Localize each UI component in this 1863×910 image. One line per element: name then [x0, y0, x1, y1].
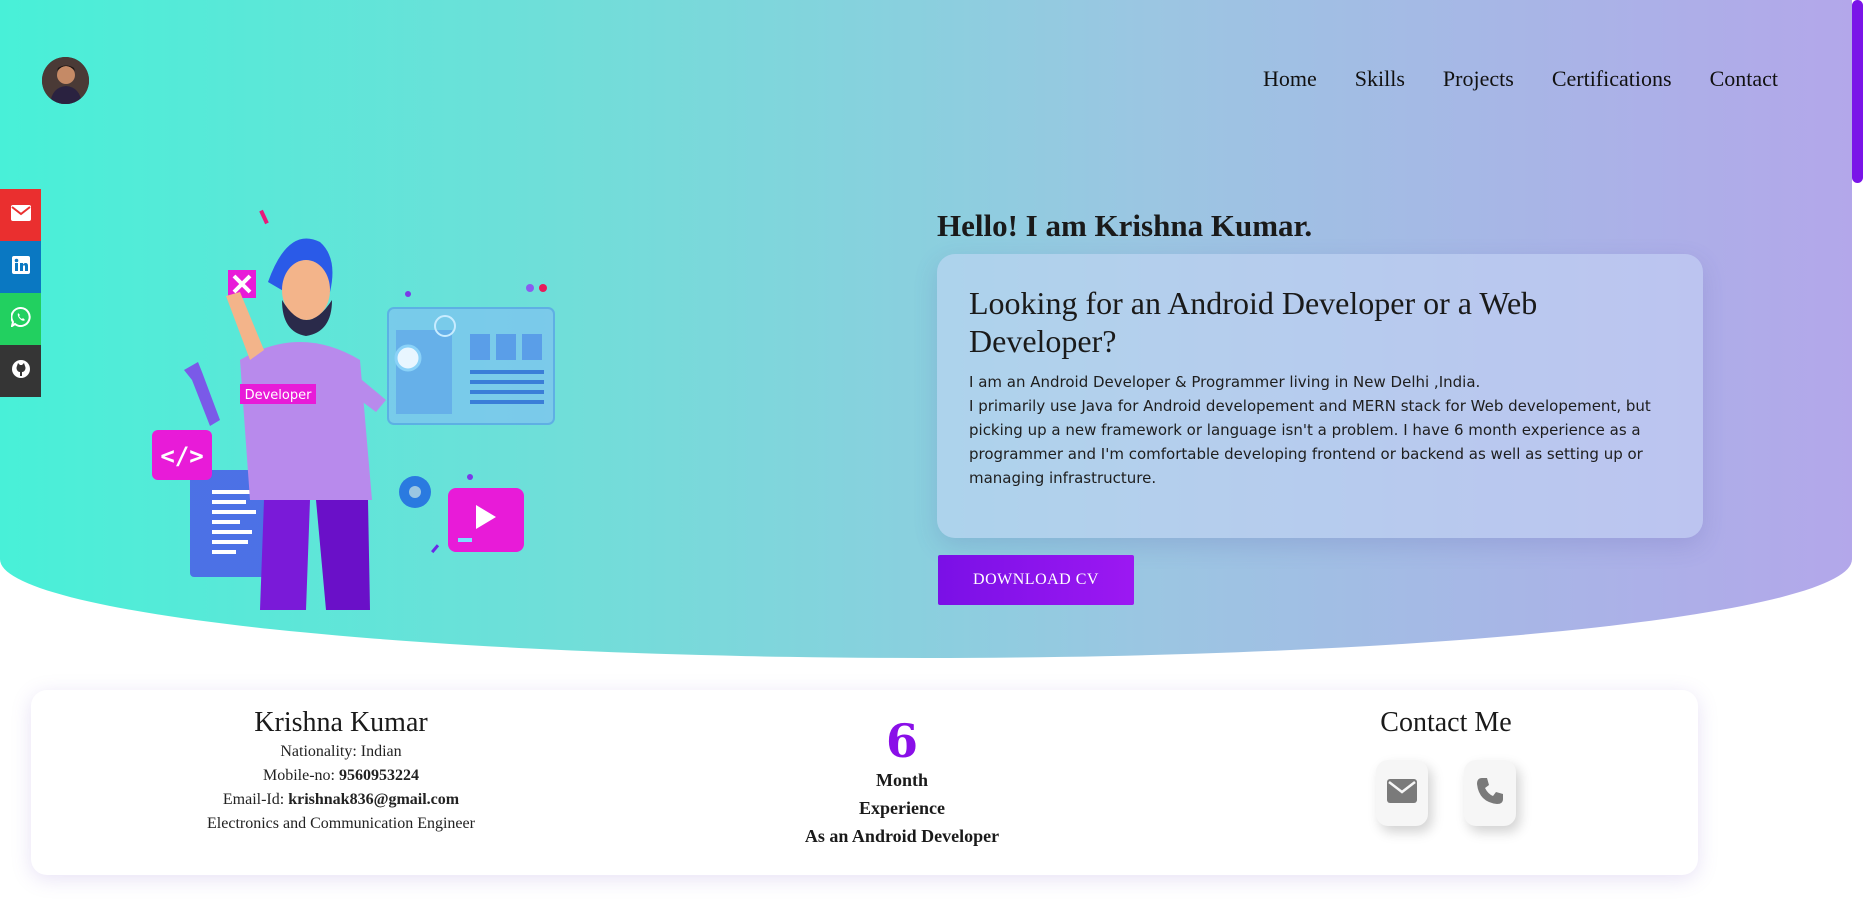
intro-location: I am an Android Developer & Programmer l…	[969, 373, 1481, 391]
github-icon	[11, 359, 31, 383]
linkedin-icon	[11, 256, 30, 278]
nationality-value: Indian	[360, 743, 402, 760]
degree-line: Electronics and Communication Engineer	[207, 815, 475, 832]
social-email-button[interactable]	[0, 189, 41, 241]
social-whatsapp-button[interactable]	[0, 293, 41, 345]
nav-home[interactable]: Home	[1263, 66, 1317, 92]
social-github-button[interactable]	[0, 345, 41, 397]
mobile-value: 9560953224	[339, 767, 419, 784]
info-panel: Krishna Kumar Nationality: Indian Mobile…	[31, 690, 1698, 875]
svg-text:</>: </>	[160, 442, 203, 470]
contact-summary: Contact Me	[1246, 690, 1646, 826]
experience-label: Experience	[859, 798, 945, 818]
nav-certifications[interactable]: Certifications	[1552, 66, 1672, 92]
experience-role: As an Android Developer	[804, 826, 1000, 846]
social-sidebar	[0, 189, 41, 397]
contact-phone-button[interactable]	[1464, 760, 1516, 826]
mobile-label: Mobile-no:	[263, 767, 339, 784]
experience-unit: Month	[875, 770, 928, 790]
developer-illustration: </> Developer	[140, 200, 570, 610]
hero-section: Home Skills Projects Certifications Cont…	[0, 0, 1852, 658]
phone-icon	[1475, 776, 1505, 810]
email-icon	[10, 205, 31, 225]
whatsapp-icon	[9, 307, 31, 331]
contact-email-button[interactable]	[1376, 760, 1428, 826]
intro-description: I primarily use Java for Android develop…	[969, 397, 1651, 487]
experience-number: 6	[885, 714, 918, 768]
intro-card: Looking for an Android Developer or a We…	[937, 254, 1703, 538]
main-nav: Home Skills Projects Certifications Cont…	[1263, 66, 1778, 92]
nationality-line: Nationality: Indian	[141, 740, 541, 764]
profile-name: Krishna Kumar	[254, 707, 428, 738]
envelope-icon	[1387, 779, 1417, 807]
nav-skills[interactable]: Skills	[1355, 66, 1405, 92]
intro-heading: Looking for an Android Developer or a We…	[969, 285, 1538, 359]
email-value: krishnak836@gmail.com	[288, 791, 460, 808]
nav-projects[interactable]: Projects	[1443, 66, 1514, 92]
email-label: Email-Id:	[222, 791, 289, 808]
experience-summary: 6 Month Experience As an Android Develop…	[702, 690, 1102, 850]
contact-icons	[1246, 760, 1646, 826]
avatar[interactable]	[42, 57, 89, 104]
scrollbar-thumb[interactable]	[1852, 0, 1863, 183]
nationality-label: Nationality:	[280, 743, 361, 760]
page-scrollbar[interactable]	[1852, 0, 1863, 910]
developer-badge-label: Developer	[245, 388, 313, 403]
contact-title: Contact Me	[1380, 707, 1512, 738]
nav-contact[interactable]: Contact	[1710, 66, 1778, 92]
page-title: Hello! I am Krishna Kumar.	[937, 208, 1313, 243]
social-linkedin-button[interactable]	[0, 241, 41, 293]
download-cv-button[interactable]: DOWNLOAD CV	[938, 555, 1134, 605]
mobile-line: Mobile-no: 9560953224	[141, 764, 541, 788]
profile-summary: Krishna Kumar Nationality: Indian Mobile…	[141, 690, 541, 836]
email-line: Email-Id: krishnak836@gmail.com	[141, 788, 541, 812]
